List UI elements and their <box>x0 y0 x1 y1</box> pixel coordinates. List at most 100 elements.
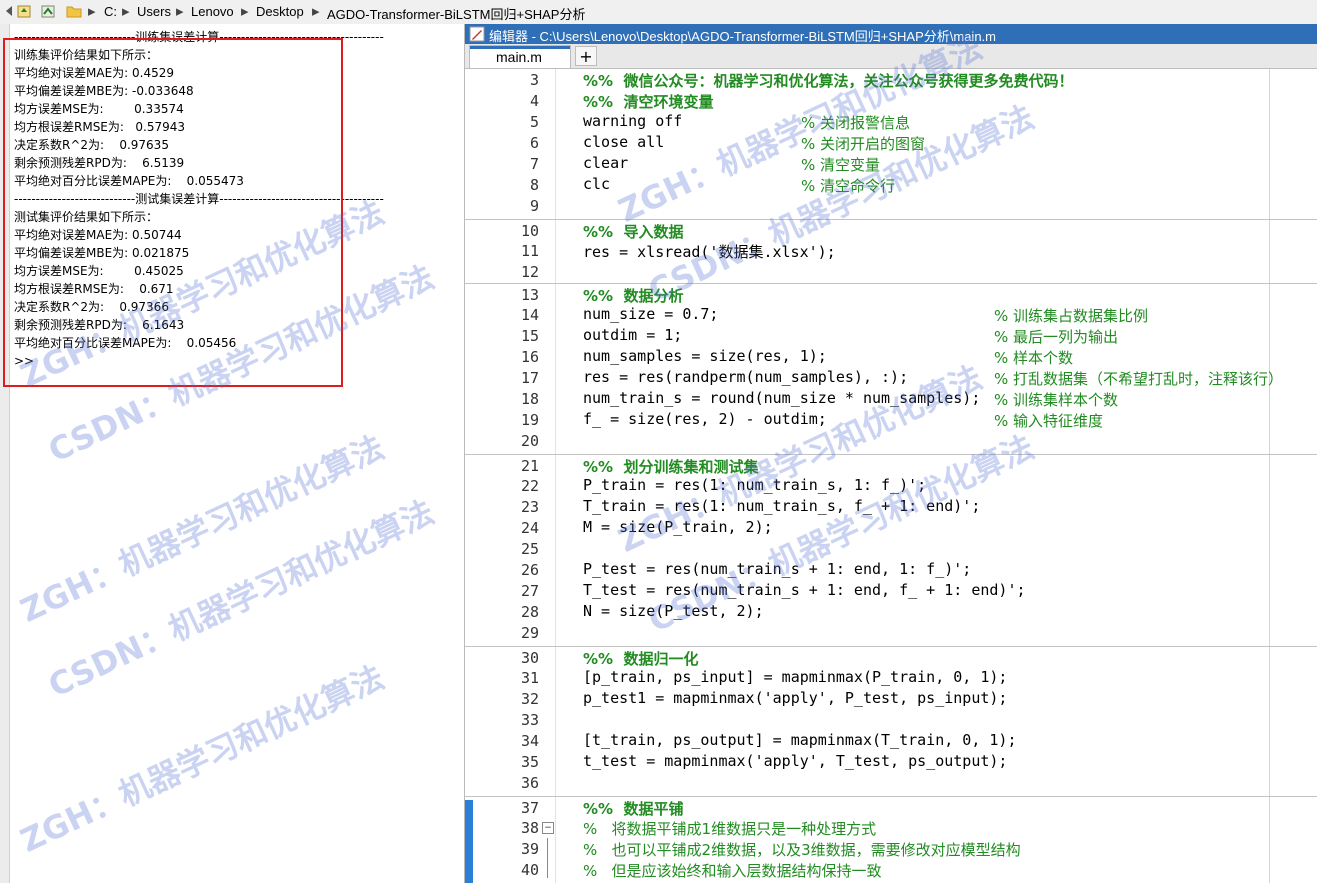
code-line[interactable]: 30 %% 数据归一化 <box>465 646 1317 668</box>
comment-text: % 但是应该始终和输入层数据结构保持一致 <box>583 862 882 880</box>
line-number: 17 <box>520 369 539 387</box>
folder-icon <box>66 6 82 18</box>
code-line[interactable]: 21 %% 划分训练集和测试集 <box>465 454 1317 476</box>
code-line[interactable]: 31 [p_train, ps_input] = mapminmax(P_trai… <box>465 667 1317 688</box>
code-line[interactable]: 27 T_test = res(num_train_s + 1: end, f_ … <box>465 580 1317 601</box>
code-line[interactable]: 36 <box>465 772 1317 793</box>
inline-comment: % 训练集占数据集比例 <box>994 307 1149 325</box>
path-segment-project-folder[interactable]: AGDO-Transformer-BiLSTM回归+SHAP分析 <box>327 4 585 23</box>
path-separator-icon: ▸ <box>312 3 320 20</box>
code-line[interactable]: 9 <box>465 195 1317 216</box>
code-line[interactable]: 16 num_samples = size(res, 1); % 样本个数 <box>465 346 1317 367</box>
add-tab-button[interactable]: + <box>575 46 597 66</box>
path-segment-users[interactable]: Users <box>137 4 171 19</box>
code-text: res = res(randperm(num_samples), :); <box>583 368 909 386</box>
code-line[interactable]: 14 num_size = 0.7; % 训练集占数据集比例 <box>465 304 1317 325</box>
inline-comment: % 样本个数 <box>994 349 1074 367</box>
line-number: 35 <box>520 753 539 771</box>
fold-guide-line <box>547 838 548 878</box>
code-text: clc <box>583 175 611 193</box>
line-number: 34 <box>520 732 539 750</box>
code-line[interactable]: 18 num_train_s = round(num_size * num_sam… <box>465 388 1317 409</box>
line-number: 16 <box>520 348 539 366</box>
command-window[interactable]: ----------------------------训练集误差计算-----… <box>0 24 465 883</box>
editor-title: 编辑器 - C:\Users\Lenovo\Desktop\AGDO-Trans… <box>489 29 996 44</box>
code-line[interactable]: 11 res = xlsread('数据集.xlsx'); <box>465 240 1317 261</box>
code-line[interactable]: 26 P_test = res(num_train_s + 1: end, 1: … <box>465 559 1317 580</box>
line-number: 14 <box>520 306 539 324</box>
code-line[interactable]: 13 %% 数据分析 <box>465 283 1317 305</box>
section-comment: %% 划分训练集和测试集 <box>583 458 759 476</box>
line-number: 15 <box>520 327 539 345</box>
code-text: T_test = res(num_train_s + 1: end, f_ + … <box>583 581 1026 599</box>
line-number: 5 <box>529 113 539 131</box>
browse-folder-icon[interactable] <box>40 3 56 19</box>
code-line[interactable]: 33 <box>465 709 1317 730</box>
code-text: N = size(P_test, 2); <box>583 602 764 620</box>
code-text: res = xlsread('数据集.xlsx'); <box>583 243 836 261</box>
code-line[interactable]: 34 [t_train, ps_output] = mapminmax(T_tra… <box>465 730 1317 751</box>
line-number: 27 <box>520 582 539 600</box>
code-text: [p_train, ps_input] = mapminmax(P_train,… <box>583 668 1008 686</box>
code-text: close all <box>583 133 665 151</box>
code-line[interactable]: 22 P_train = res(1: num_train_s, 1: f_)'; <box>465 475 1317 496</box>
section-comment: %% 清空环境变量 <box>583 93 714 111</box>
path-segment-drive[interactable]: C: <box>104 4 117 19</box>
line-number: 11 <box>520 242 539 260</box>
code-line[interactable]: 23 T_train = res(1: num_train_s, f_ + 1: … <box>465 496 1317 517</box>
code-line[interactable]: 19 f_ = size(res, 2) - outdim; % 输入特征维度 <box>465 409 1317 430</box>
line-number: 24 <box>520 519 539 537</box>
path-segment-desktop[interactable]: Desktop <box>256 4 304 19</box>
code-line[interactable]: 32 p_test1 = mapminmax('apply', P_test, p… <box>465 688 1317 709</box>
line-number: 9 <box>529 197 539 215</box>
code-line[interactable]: 39 % 也可以平铺成2维数据，以及3维数据，需要修改对应模型结构 <box>465 838 1317 859</box>
code-line[interactable]: 8 clc % 清空命令行 <box>465 174 1317 195</box>
tab-main-m[interactable]: main.m <box>469 45 571 68</box>
editor-title-bar[interactable]: 编辑器 - C:\Users\Lenovo\Desktop\AGDO-Trans… <box>465 24 1317 44</box>
line-number: 31 <box>520 669 539 687</box>
line-number: 10 <box>520 222 539 240</box>
up-folder-icon[interactable] <box>16 3 32 19</box>
inline-comment: % 关闭开启的图窗 <box>801 135 926 153</box>
code-line[interactable]: 24 M = size(P_train, 2); <box>465 517 1317 538</box>
code-line[interactable]: 40 % 但是应该始终和输入层数据结构保持一致 <box>465 859 1317 880</box>
code-line[interactable]: 29 <box>465 622 1317 643</box>
line-number: 40 <box>520 861 539 879</box>
line-number: 28 <box>520 603 539 621</box>
address-bar[interactable]: ▸ C: ▸ Users ▸ Lenovo ▸ Desktop ▸ AGDO-T… <box>0 0 1317 25</box>
line-number: 32 <box>520 690 539 708</box>
highlight-box <box>3 38 343 387</box>
code-line[interactable]: 35 t_test = mapminmax('apply', T_test, ps… <box>465 751 1317 772</box>
code-line[interactable]: 37 %% 数据平铺 <box>465 796 1317 818</box>
code-line[interactable]: 4 %% 清空环境变量 <box>465 90 1317 111</box>
code-line[interactable]: 10 %% 导入数据 <box>465 219 1317 241</box>
code-line[interactable]: 7 clear % 清空变量 <box>465 153 1317 174</box>
line-number: 30 <box>520 649 539 667</box>
code-line[interactable]: 15 outdim = 1; % 最后一列为输出 <box>465 325 1317 346</box>
fold-collapse-icon[interactable]: − <box>542 822 554 834</box>
code-line[interactable]: 20 <box>465 430 1317 451</box>
code-line[interactable]: 28 N = size(P_test, 2); <box>465 601 1317 622</box>
section-comment: %% 数据分析 <box>583 287 684 305</box>
code-line[interactable]: 17 res = res(randperm(num_samples), :); % … <box>465 367 1317 388</box>
line-number: 4 <box>529 92 539 110</box>
code-text: T_train = res(1: num_train_s, f_ + 1: en… <box>583 497 981 515</box>
code-line[interactable]: 12 <box>465 261 1317 282</box>
editor-icon <box>469 26 485 42</box>
code-text: P_train = res(1: num_train_s, 1: f_)'; <box>583 476 927 494</box>
code-line[interactable]: 25 <box>465 538 1317 559</box>
line-number: 23 <box>520 498 539 516</box>
path-segment-lenovo[interactable]: Lenovo <box>191 4 234 19</box>
code-text: clear <box>583 154 629 172</box>
code-line[interactable]: 5 warning off % 关闭报警信息 <box>465 111 1317 132</box>
code-text: M = size(P_train, 2); <box>583 518 773 536</box>
code-line[interactable]: 3 %% 微信公众号：机器学习和优化算法，关注公众号获得更多免费代码！ <box>465 69 1317 90</box>
line-number: 20 <box>520 432 539 450</box>
line-number: 13 <box>520 286 539 304</box>
code-line[interactable]: 38− % 将数据平铺成1维数据只是一种处理方式 <box>465 817 1317 838</box>
code-line[interactable]: 6 close all % 关闭开启的图窗 <box>465 132 1317 153</box>
code-text: warning off <box>583 112 683 130</box>
inline-comment: % 关闭报警信息 <box>801 114 911 132</box>
code-editor[interactable]: 3 %% 微信公众号：机器学习和优化算法，关注公众号获得更多免费代码！ 4 %% 清… <box>465 69 1317 883</box>
line-number: 12 <box>520 263 539 281</box>
